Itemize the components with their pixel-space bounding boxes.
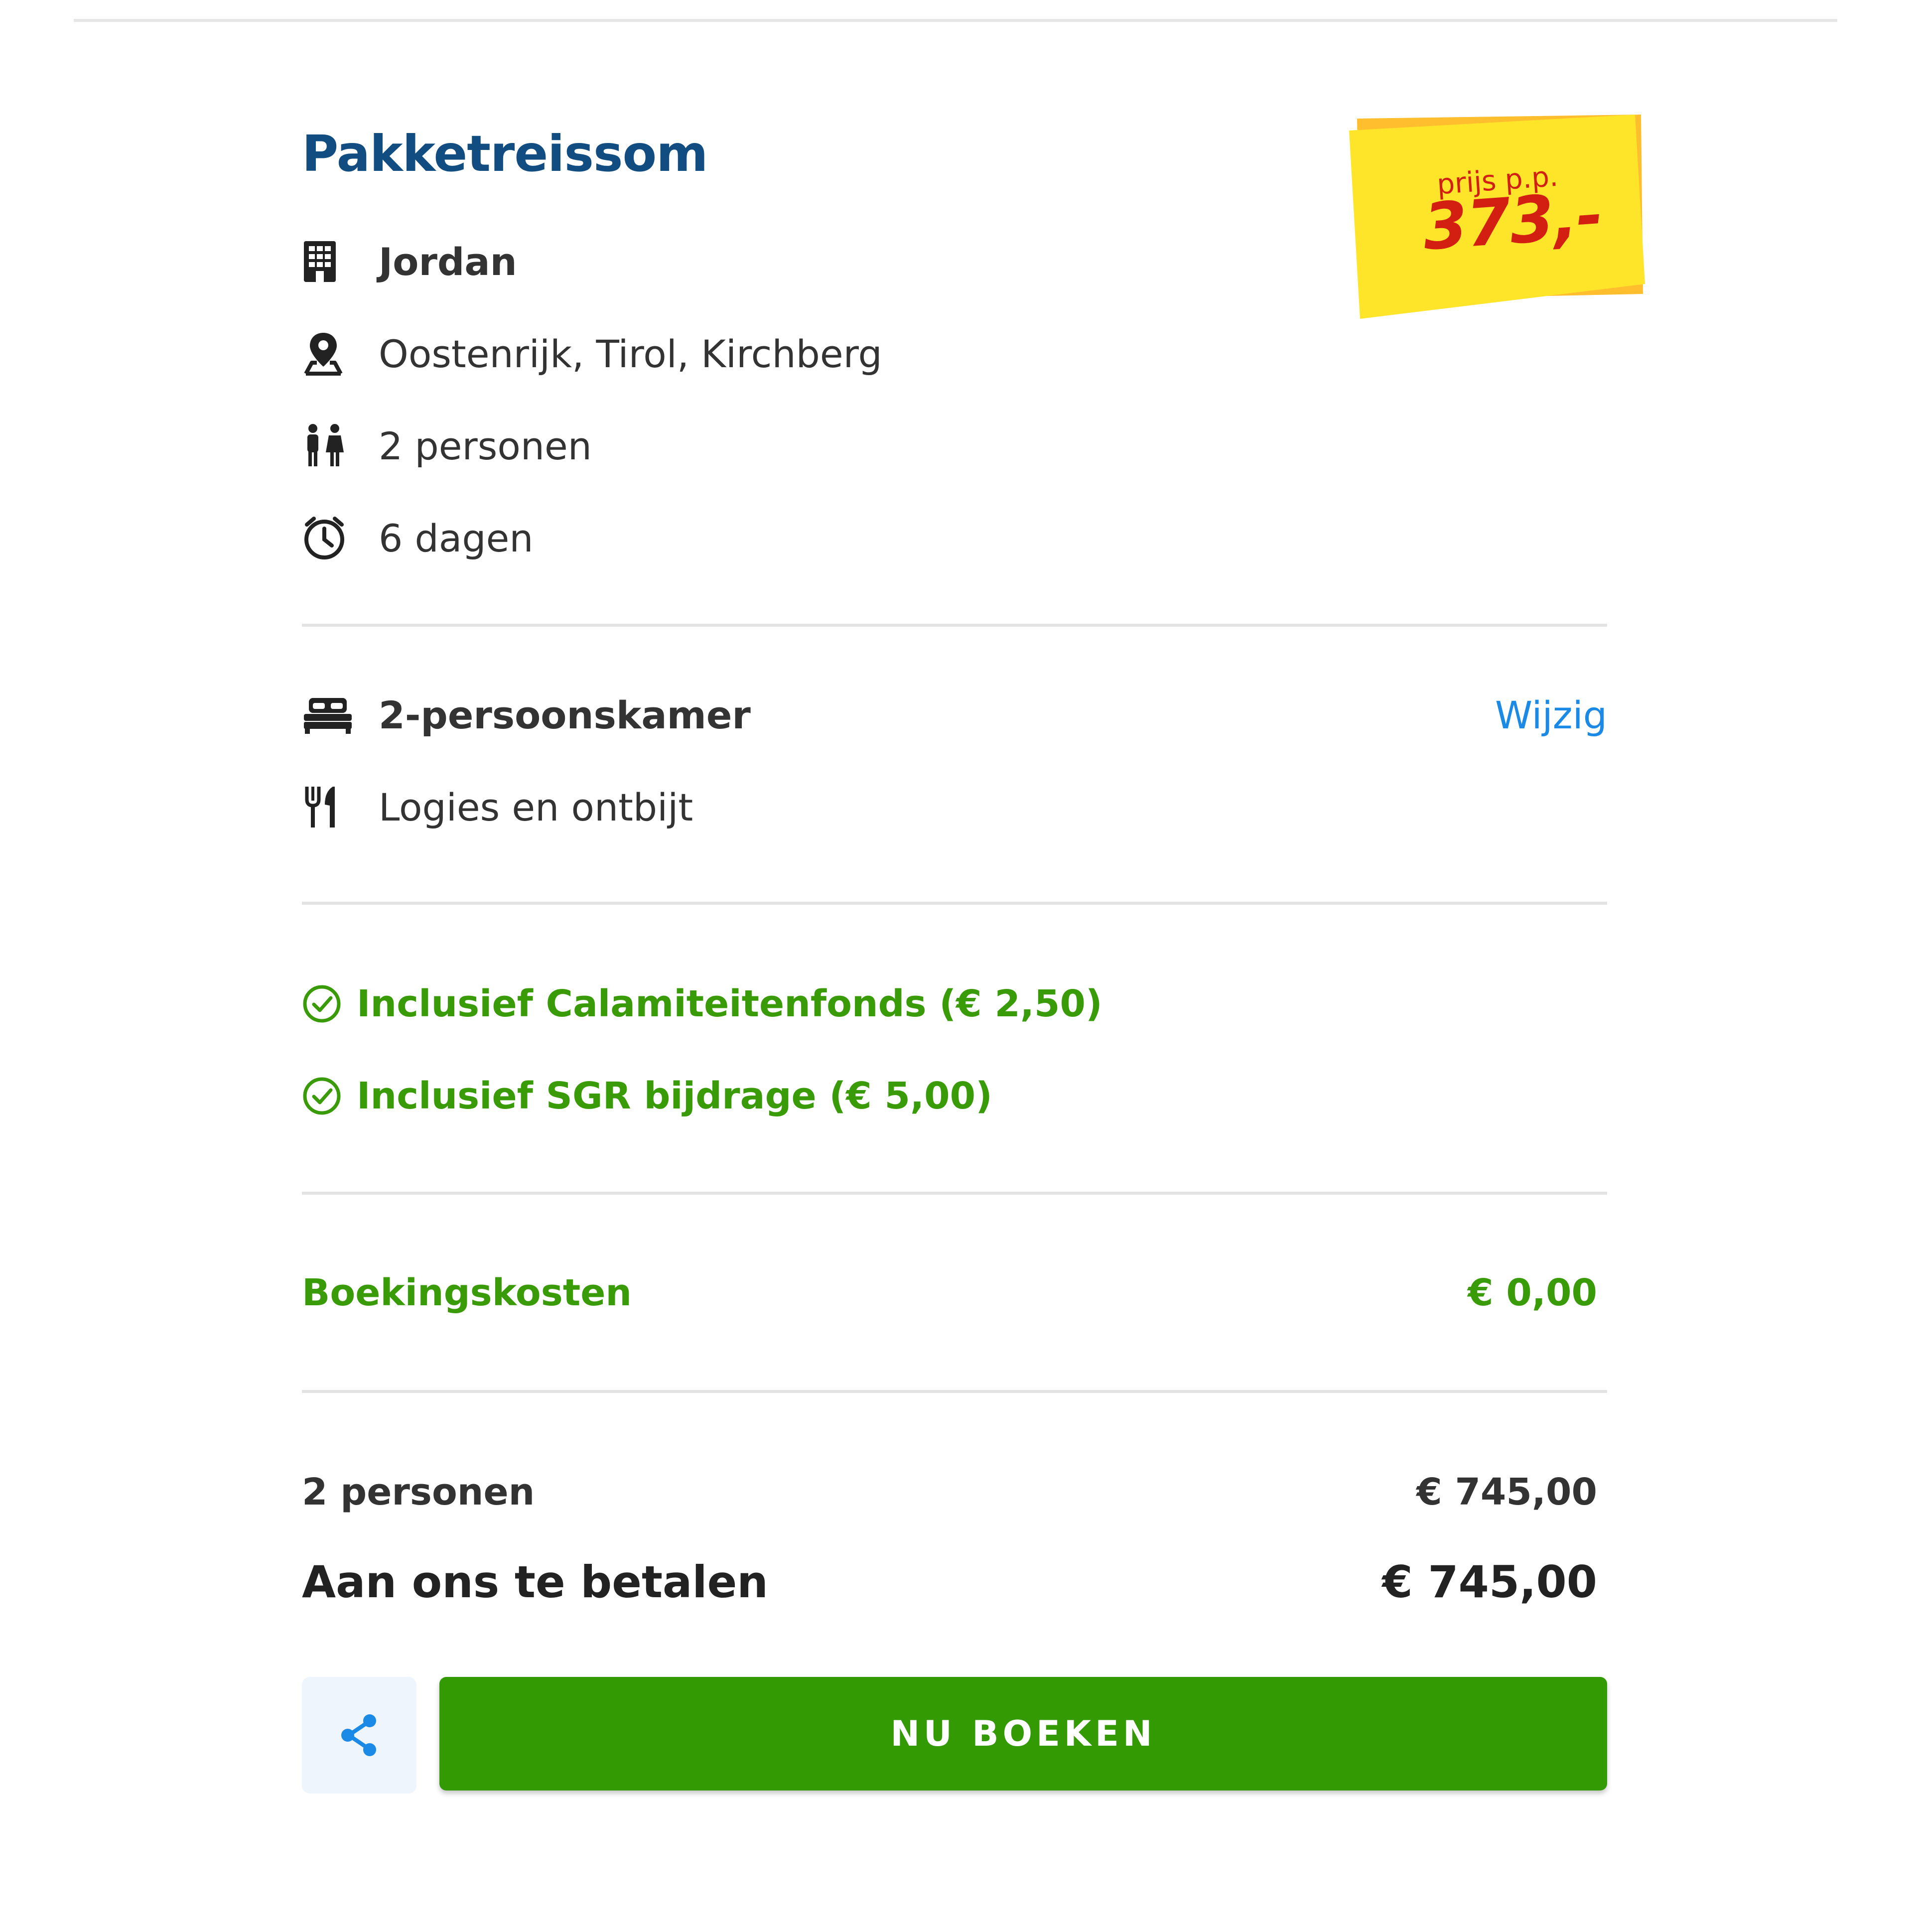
duration-row: 6 dagen [302, 511, 534, 565]
inclusion-text: Inclusief SGR bijdrage (€ 5,00) [357, 1075, 992, 1117]
booking-costs-value: € 0,00 [1468, 1271, 1597, 1314]
inclusion-text: Inclusief Calamiteitenfonds (€ 2,50) [357, 982, 1102, 1025]
persons-total-label: 2 personen [302, 1471, 535, 1514]
location-row: Oostenrijk, Tirol, Kirchberg [302, 326, 882, 381]
persons-total-value: € 745,00 [1416, 1471, 1597, 1514]
duration-text: 6 dagen [379, 516, 534, 560]
share-button[interactable] [302, 1677, 416, 1794]
booking-costs-label: Boekingskosten [302, 1271, 632, 1314]
hotel-name: Jordan [379, 239, 517, 284]
board-row: Logies en ontbijt [302, 780, 693, 834]
check-circle-icon [302, 1069, 345, 1123]
persons-icon [302, 418, 357, 473]
persons-total-row: 2 personen € 745,00 [302, 1465, 1597, 1519]
inclusion-calamity-fund: Inclusief Calamiteitenfonds (€ 2,50) [302, 976, 1102, 1031]
section-divider [302, 624, 1607, 627]
amount-due-row: Aan ons te betalen € 745,00 [302, 1549, 1597, 1614]
hotel-building-icon [302, 234, 357, 289]
amount-due-value: € 745,00 [1382, 1556, 1597, 1608]
inclusion-sgr: Inclusief SGR bijdrage (€ 5,00) [302, 1069, 992, 1123]
room-row: 2-persoonskamer [302, 688, 751, 742]
book-now-button[interactable]: NU BOEKEN [439, 1677, 1607, 1791]
bed-icon [302, 688, 357, 742]
hotel-row: Jordan [302, 234, 517, 289]
booking-costs-row: Boekingskosten € 0,00 [302, 1265, 1597, 1320]
share-icon [341, 1714, 376, 1756]
price-badge: prijs p.p. 373,- [1348, 110, 1647, 319]
persons-text: 2 personen [379, 423, 592, 468]
check-circle-icon [302, 976, 345, 1031]
location-text: Oostenrijk, Tirol, Kirchberg [379, 331, 882, 376]
cutlery-icon [302, 780, 357, 834]
location-pin-icon [302, 326, 357, 381]
amount-due-label: Aan ons te betalen [302, 1556, 768, 1608]
page-title: Pakketreissom [302, 125, 708, 183]
room-type: 2-persoonskamer [379, 692, 751, 737]
section-divider [302, 1390, 1607, 1393]
board-type: Logies en ontbijt [379, 785, 693, 829]
persons-row: 2 personen [302, 418, 592, 473]
change-room-link[interactable]: Wijzig [1495, 688, 1607, 742]
booking-summary-card: Pakketreissom prijs p.p. 373,- Jordan Oo… [302, 0, 1645, 1932]
section-divider [302, 1192, 1607, 1195]
clock-icon [302, 511, 357, 565]
section-divider [302, 902, 1607, 905]
